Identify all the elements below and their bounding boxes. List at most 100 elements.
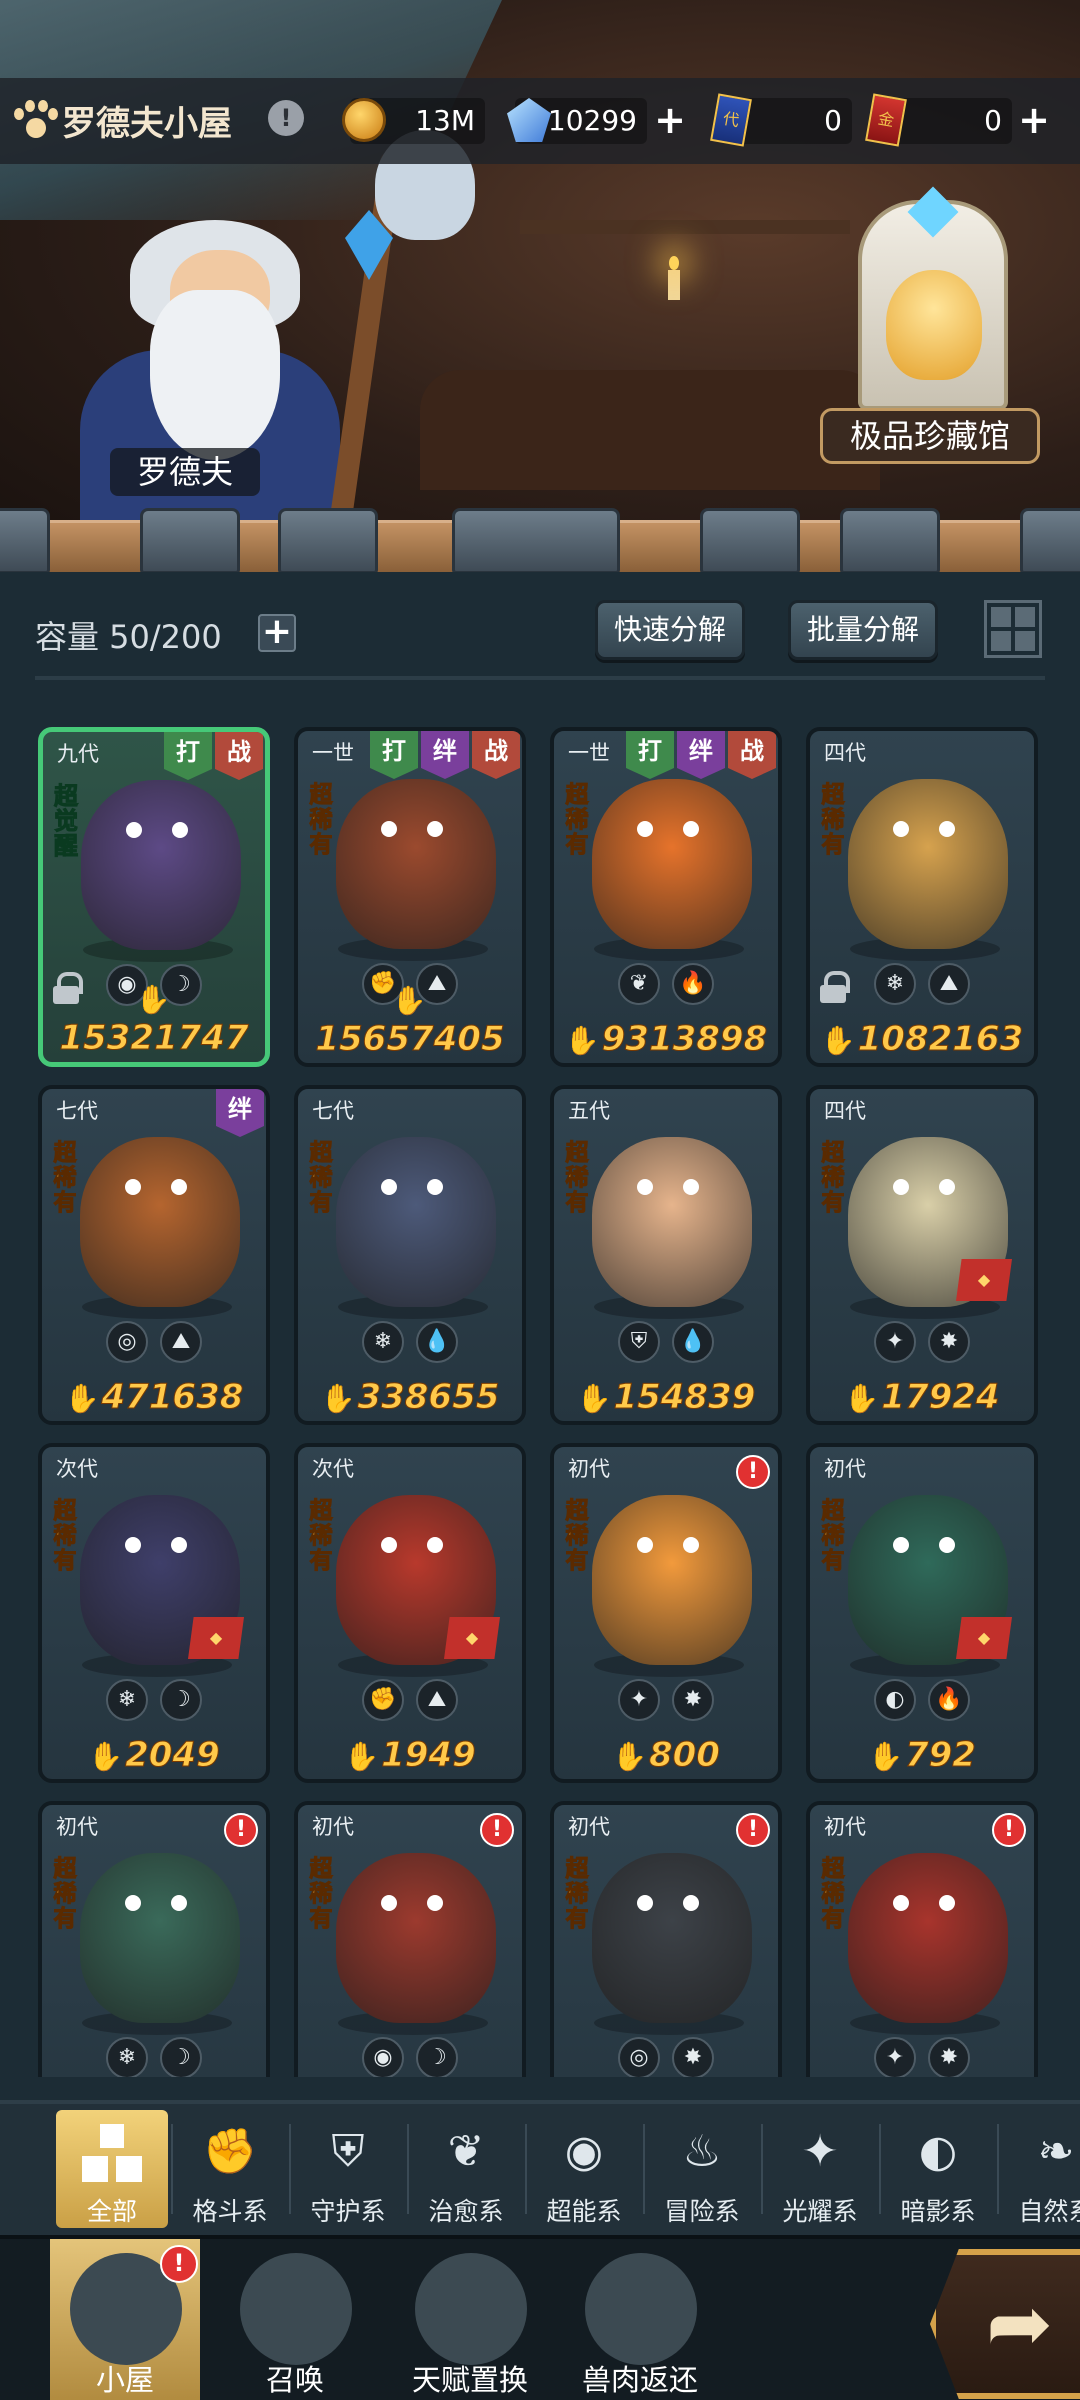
nav-label: 召唤 [265, 2363, 324, 2397]
add-crystal-button[interactable]: + [651, 101, 689, 140]
add-capacity-button[interactable]: + [258, 614, 296, 652]
creature-card[interactable]: 七代超稀有绊 ◎ ⛰ ✋471638 [38, 1085, 270, 1425]
category-filter-7[interactable]: ◐ 暗影系 [882, 2110, 994, 2228]
nav-meat[interactable]: 兽肉返还 [565, 2239, 715, 2400]
element-type-icon: ⛰ [928, 963, 970, 1005]
card-tag: 绊 [421, 731, 469, 779]
creature-card[interactable]: 初代超稀有! ❄ ☽ [38, 1801, 270, 2077]
creature-card[interactable]: 四代超稀有 ❄ ⛰ ✋1082163 [806, 727, 1038, 1067]
filter-separator [879, 2124, 881, 2214]
bookshelf [520, 220, 850, 234]
rarity-label: 超稀有 [53, 1856, 77, 1932]
category-filter-6[interactable]: ✦ 光耀系 [764, 2110, 876, 2228]
category-icon: ◉ [564, 2126, 604, 2177]
rarity-label: 超稀有 [821, 1856, 845, 1932]
collection-hall-label: 极品珍藏馆 [820, 408, 1040, 464]
element-type-icon: ✦ [874, 1321, 916, 1363]
info-icon[interactable]: ! [268, 100, 304, 136]
card-tag: 绊 [216, 1089, 264, 1137]
collection-hall-button[interactable]: 极品珍藏馆 [820, 186, 1040, 464]
power-number: 338655 [357, 1377, 500, 1418]
nav-house[interactable]: 小屋! [50, 2239, 200, 2400]
paw-power-icon: ✋ [612, 1740, 648, 1774]
nav-label: 小屋 [95, 2363, 154, 2397]
creature-card[interactable]: 七代超稀有 ❄ 💧 ✋338655 [294, 1085, 526, 1425]
element-type-icon: ❄ [106, 1679, 148, 1721]
creature-card[interactable]: 次代超稀有 ◆ ✊ ⛰ ✋1949 [294, 1443, 526, 1783]
card-tags: 打绊战 [370, 731, 520, 779]
category-filter-5[interactable]: ♨ 冒险系 [646, 2110, 758, 2228]
generation-label: 一世 [312, 741, 354, 765]
element-type-icon: ☽ [160, 2037, 202, 2077]
creature-card[interactable]: 五代超稀有 ⛨ 💧 ✋154839 [550, 1085, 782, 1425]
seal-badge-icon: ◆ [956, 1617, 1012, 1659]
quick-decompose-button[interactable]: 快速分解 [595, 600, 745, 660]
inventory-panel: 容量 50/200 + 快速分解 批量分解 九代超觉醒打战 ◉ ☽ ✋15321747… [0, 572, 1080, 2100]
category-label: 自然系 [1018, 2197, 1080, 2226]
category-label: 格斗系 [192, 2197, 268, 2226]
new-alert-icon: ! [736, 1455, 770, 1489]
card-tag: 绊 [677, 731, 725, 779]
element-icons: ◎ ⛰ [42, 1321, 266, 1363]
category-filter-8[interactable]: ❧ 自然系 [1000, 2110, 1080, 2228]
paw-power-icon: ✋ [576, 1382, 612, 1416]
element-icons: ✦ ✸ [810, 1321, 1034, 1363]
element-type-icon: ✊ [362, 1679, 404, 1721]
category-filter-1[interactable]: ✊ 格斗系 [174, 2110, 286, 2228]
power-number: 9313898 [601, 1019, 768, 1060]
creature-card[interactable]: 初代超稀有! ✦ ✸ [806, 1801, 1038, 2077]
creature-card[interactable]: 初代超稀有 ◆ ◐ 🔥 ✋792 [806, 1443, 1038, 1783]
go-arrow-button[interactable]: ➦ [930, 2249, 1080, 2399]
add-red-ticket-button[interactable]: + [1015, 101, 1053, 140]
creature-card[interactable]: 初代超稀有! ◎ ✸ [550, 1801, 782, 2077]
filter-separator [997, 2124, 999, 2214]
generation-label: 初代 [568, 1815, 610, 1839]
category-icon: ⛨ [331, 2126, 365, 2177]
creature-card[interactable]: 一世超稀有打绊战 ✊ ⛰ ✋15657405 [294, 727, 526, 1067]
element-icons: ❦ 🔥 [554, 963, 778, 1005]
card-tag: 打 [370, 731, 418, 779]
seal-badge-icon: ◆ [956, 1259, 1012, 1301]
new-alert-icon: ! [992, 1813, 1026, 1847]
grid-view-icon[interactable] [984, 600, 1042, 658]
rarity-label: 超稀有 [821, 1498, 845, 1574]
rarity-label: 超稀有 [565, 1498, 589, 1574]
creature-card[interactable]: 九代超觉醒打战 ◉ ☽ ✋15321747 [38, 727, 270, 1067]
rarity-label: 超稀有 [309, 1140, 333, 1216]
nav-swap[interactable]: 天赋置换 [395, 2239, 545, 2400]
rarity-label: 超觉醒 [54, 782, 79, 860]
category-filter-4[interactable]: ◉ 超能系 [528, 2110, 640, 2228]
category-filter-2[interactable]: ⛨ 守护系 [292, 2110, 404, 2228]
card-tag: 战 [215, 732, 263, 780]
creature-card[interactable]: 四代超稀有 ◆ ✦ ✸ ✋17924 [806, 1085, 1038, 1425]
generation-label: 初代 [56, 1815, 98, 1839]
creature-card[interactable]: 次代超稀有 ◆ ❄ ☽ ✋2049 [38, 1443, 270, 1783]
element-type-icon: 🔥 [928, 1679, 970, 1721]
category-label: 光耀系 [782, 2197, 858, 2226]
creature-portrait [848, 1853, 1008, 2023]
meat-icon [585, 2253, 697, 2365]
element-type-icon: 🔥 [672, 963, 714, 1005]
element-type-icon: ◎ [106, 1321, 148, 1363]
creature-card[interactable]: 初代超稀有! ✦ ✸ ✋800 [550, 1443, 782, 1783]
creature-card[interactable]: 一世超稀有打绊战 ❦ 🔥 ✋9313898 [550, 727, 782, 1067]
crystal-value: 10299 [547, 104, 637, 137]
npc-name-label: 罗德夫 [110, 448, 260, 496]
red-ticket-icon: 金 [865, 93, 907, 147]
gold-fox-statue-icon [886, 270, 982, 380]
new-alert-icon: ! [736, 1813, 770, 1847]
seal-badge-icon: ◆ [188, 1617, 244, 1659]
filter-separator [407, 2124, 409, 2214]
card-tags: 绊 [216, 1089, 264, 1137]
category-filter-0[interactable]: 全部 [56, 2110, 168, 2228]
element-type-icon: ⛰ [160, 1321, 202, 1363]
creature-card[interactable]: 初代超稀有! ◉ ☽ [294, 1801, 526, 2077]
category-icon: ❦ [447, 2126, 485, 2177]
batch-decompose-button[interactable]: 批量分解 [788, 600, 938, 660]
rarity-label: 超稀有 [53, 1140, 77, 1216]
category-label: 全部 [86, 2197, 137, 2226]
category-filter-3[interactable]: ❦ 治愈系 [410, 2110, 522, 2228]
element-type-icon: ☽ [160, 1679, 202, 1721]
power-number: 471638 [101, 1377, 244, 1418]
nav-egg[interactable]: 召唤 [220, 2239, 370, 2400]
